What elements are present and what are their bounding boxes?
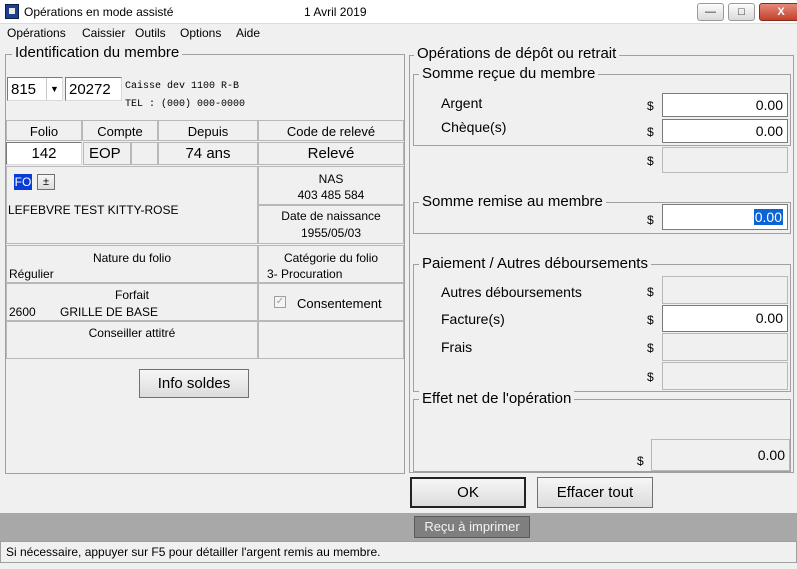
window-title: Opérations en mode assisté: [24, 5, 174, 19]
remise-currency: $: [647, 213, 654, 227]
window-date: 1 Avril 2019: [304, 5, 367, 19]
conseiller-cell: Conseiller attitré: [6, 321, 258, 359]
maximize-button[interactable]: □: [728, 3, 755, 21]
paiement-legend: Paiement / Autres déboursements: [419, 256, 651, 272]
menu-caissier[interactable]: Caissier: [82, 26, 125, 40]
argent-field[interactable]: 0.00: [662, 93, 788, 117]
facture-currency: $: [647, 313, 654, 327]
paiement-total-field: [662, 362, 788, 390]
app-icon: [5, 4, 19, 19]
nature-cell: Nature du folio Régulier: [6, 245, 258, 283]
depuis-value: 74 ans: [158, 142, 258, 165]
nas-value: 403 485 584: [297, 188, 365, 202]
autres-label: Autres déboursements: [441, 284, 582, 300]
account-value: 20272: [69, 81, 111, 98]
argent-currency: $: [647, 99, 654, 113]
recue-total-field: [662, 147, 788, 173]
cheques-field[interactable]: 0.00: [662, 119, 788, 143]
nature-label: Nature du folio: [92, 251, 172, 265]
tel-info: TEL : (000) 000-0000: [125, 99, 246, 110]
compte-header: Compte: [82, 120, 158, 141]
remise-value-selected: 0.00: [753, 209, 783, 225]
argent-label: Argent: [441, 95, 483, 111]
consentement-cell: ✓ Consentement: [258, 283, 404, 321]
consentement-checkbox[interactable]: ✓: [274, 296, 286, 308]
branch-value: 815: [11, 81, 37, 98]
dob-label: Date de naissance: [281, 209, 381, 223]
identification-legend: Identification du membre: [12, 45, 183, 61]
autres-field: [662, 276, 788, 304]
recue-total-currency: $: [647, 154, 654, 168]
autres-currency: $: [647, 285, 654, 299]
compte-value: EOP: [83, 142, 131, 165]
categorie-cell: Catégorie du folio 3- Procuration: [258, 245, 404, 283]
effacer-tout-button[interactable]: Effacer tout: [537, 477, 653, 508]
depuis-header: Depuis: [158, 120, 258, 141]
categorie-label: Catégorie du folio: [283, 251, 379, 265]
facture-field[interactable]: 0.00: [662, 305, 788, 332]
menu-bar: Opérations Caissier Outils Options Aide: [0, 24, 797, 42]
frais-currency: $: [647, 341, 654, 355]
plusminus-button[interactable]: ±: [37, 174, 55, 190]
operations-legend: Opérations de dépôt ou retrait: [414, 46, 620, 62]
chevron-down-icon[interactable]: ▼: [46, 78, 62, 100]
recue-legend: Somme reçue du membre: [419, 66, 599, 82]
menu-outils[interactable]: Outils: [135, 26, 166, 40]
nas-label: NAS: [318, 172, 344, 186]
nature-value: Régulier: [9, 267, 54, 281]
nas-cell: NAS 403 485 584: [258, 166, 404, 205]
minimize-button[interactable]: —: [697, 3, 724, 21]
menu-options[interactable]: Options: [180, 26, 221, 40]
conseiller-extra-cell: [258, 321, 404, 359]
fo-tag[interactable]: FO: [14, 174, 32, 190]
account-field[interactable]: 20272: [65, 77, 122, 101]
cheques-label: Chèque(s): [441, 119, 507, 135]
code-releve-header: Code de relevé: [258, 120, 404, 141]
remise-legend: Somme remise au membre: [419, 194, 606, 210]
effet-legend: Effet net de l'opération: [419, 391, 575, 407]
frais-field: [662, 333, 788, 361]
facture-label: Facture(s): [441, 311, 505, 327]
folio-field[interactable]: 142: [6, 142, 82, 165]
caisse-info: Caisse dev 1100 R-B: [125, 81, 240, 92]
categorie-value: 3- Procuration: [267, 267, 343, 281]
forfait-label: Forfait: [114, 288, 149, 302]
consentement-label: Consentement: [297, 296, 382, 311]
action-bar: [0, 513, 797, 541]
menu-aide[interactable]: Aide: [236, 26, 260, 40]
frais-label: Frais: [441, 339, 473, 355]
menu-operations[interactable]: Opérations: [7, 26, 66, 40]
remise-field[interactable]: 0.00: [662, 204, 788, 230]
status-text: Si nécessaire, appuyer sur F5 pour détai…: [6, 545, 381, 559]
close-button[interactable]: X: [759, 3, 797, 21]
paiement-total-currency: $: [647, 370, 654, 384]
effet-currency: $: [637, 454, 644, 468]
forfait-code: 2600: [9, 305, 36, 319]
forfait-cell: Forfait 2600 GRILLE DE BASE: [6, 283, 258, 321]
conseiller-label: Conseiller attitré: [88, 326, 176, 340]
forfait-value: GRILLE DE BASE: [60, 305, 159, 319]
dob-cell: Date de naissance 1955/05/03: [258, 205, 404, 244]
title-bar: Opérations en mode assisté 1 Avril 2019 …: [0, 0, 797, 24]
ok-button[interactable]: OK: [410, 477, 526, 508]
effet-field: 0.00: [651, 439, 790, 471]
branch-select[interactable]: 815 ▼: [7, 77, 63, 101]
compte-extra: [131, 142, 158, 165]
member-name: LEFEBVRE TEST KITTY-ROSE: [8, 203, 179, 217]
recu-imprimer-button[interactable]: Reçu à imprimer: [414, 516, 530, 538]
info-soldes-button[interactable]: Info soldes: [139, 369, 249, 398]
cheques-currency: $: [647, 125, 654, 139]
folio-header: Folio: [6, 120, 82, 141]
dob-value: 1955/05/03: [300, 226, 362, 240]
code-releve-value: Relevé: [258, 142, 404, 165]
status-bar: Si nécessaire, appuyer sur F5 pour détai…: [0, 541, 797, 563]
